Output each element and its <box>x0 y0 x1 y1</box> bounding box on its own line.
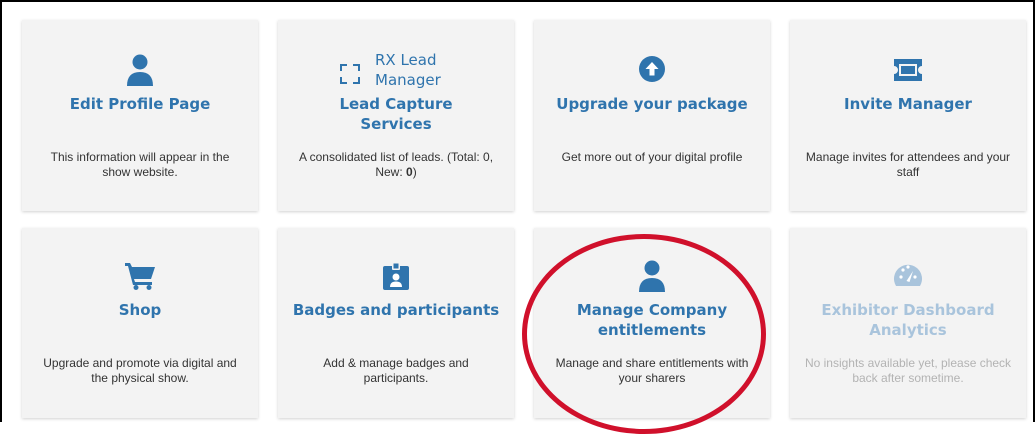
card-title: Upgrade your package <box>556 95 748 113</box>
card-manage-entitlements[interactable]: Manage Company entitlements Manage and s… <box>534 228 770 418</box>
card-title: Manage Company entitlements <box>576 301 728 339</box>
card-description: This information will appear in the show… <box>50 150 230 179</box>
gauge-icon <box>894 264 922 286</box>
card-title: Lead Capture Services <box>339 95 453 133</box>
card-description: A consolidated list of leads. (Total: 0,… <box>298 150 494 179</box>
card-exhibitor-analytics: Exhibitor Dashboard Analytics No insight… <box>790 228 1026 418</box>
card-upgrade-package[interactable]: Upgrade your package Get more out of you… <box>534 20 770 211</box>
card-title: Edit Profile Page <box>69 95 211 113</box>
card-invite-manager[interactable]: Invite Manager Manage invites for attend… <box>790 20 1026 211</box>
card-description: Manage invites for attendees and your st… <box>805 150 1011 179</box>
card-badges-participants[interactable]: Badges and participants Add & manage bad… <box>278 228 514 418</box>
new-leads-count: 0 <box>406 165 413 179</box>
person-icon <box>127 54 153 86</box>
scan-icon <box>340 64 360 84</box>
card-shop[interactable]: Shop Upgrade and promote via digital and… <box>22 228 258 418</box>
ticket-icon <box>894 59 922 81</box>
card-description: Add & manage badges and participants. <box>323 356 469 385</box>
card-description: Manage and share entitlements with your … <box>555 356 749 385</box>
card-lead-capture[interactable]: RX Lead Manager Lead Capture Services A … <box>278 20 514 211</box>
rx-lead-manager-label: RX Lead Manager <box>375 51 441 89</box>
cart-icon <box>125 263 155 290</box>
card-description: No insights available yet, please check … <box>804 356 1012 385</box>
card-title: Invite Manager <box>844 95 972 113</box>
card-title: Badges and participants <box>292 301 500 319</box>
person-icon <box>639 260 665 292</box>
arrow-up-circle-icon <box>639 56 665 82</box>
card-edit-profile[interactable]: Edit Profile Page This information will … <box>22 20 258 211</box>
card-description: Get more out of your digital profile <box>561 150 743 164</box>
card-title: Exhibitor Dashboard Analytics <box>821 301 995 339</box>
card-description: Upgrade and promote via digital and the … <box>43 356 237 385</box>
badge-icon <box>383 262 409 290</box>
card-title: Shop <box>118 301 162 319</box>
